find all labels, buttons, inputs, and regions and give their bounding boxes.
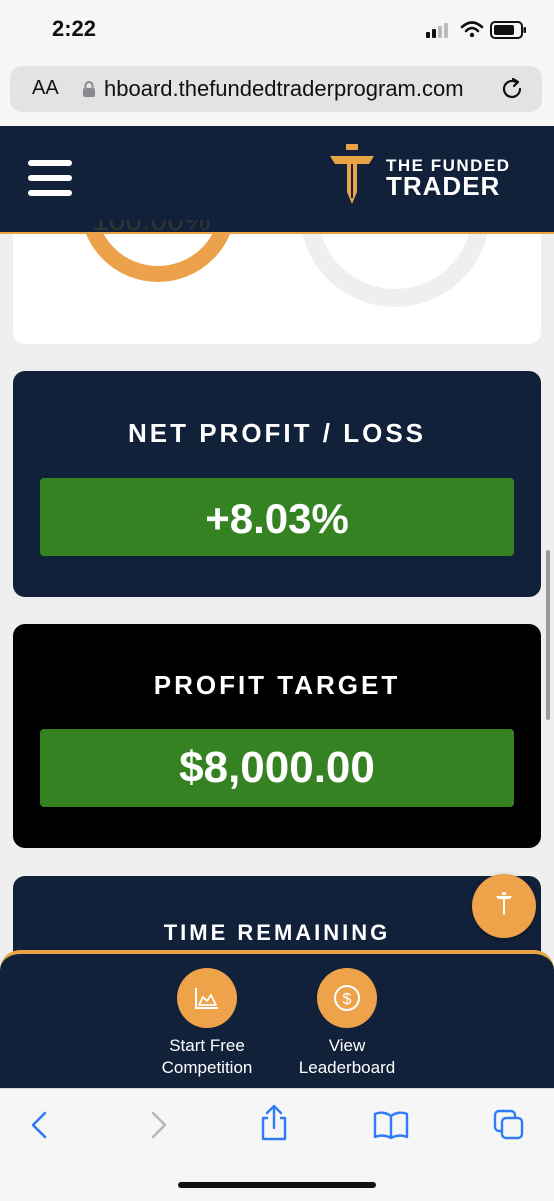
profit-target-value: $8,000.00 [179,743,375,792]
leader-label-line2: Leaderboard [298,1058,396,1077]
profit-target-title: PROFIT TARGET [153,670,401,700]
net-profit-value: +8.03% [205,495,349,542]
leader-label-line1: View [328,1036,366,1055]
view-leaderboard-button[interactable]: $ [317,968,377,1028]
logo-sword-icon [496,892,512,916]
logo-sword-icon [330,144,374,204]
empty-donut [302,234,488,307]
lock-icon [83,81,95,97]
floating-action-button[interactable] [472,874,536,938]
progress-chart-card [13,234,541,344]
dollar-icon: $ [334,985,360,1011]
brand-line2: TRADER [386,171,501,201]
forward-icon[interactable] [146,1110,170,1140]
signal-icon [426,23,448,38]
start-label-line2: Competition [161,1058,253,1077]
time-remaining-title: TIME REMAINING [163,920,391,945]
chart-icon [195,988,218,1009]
battery-icon [490,21,526,39]
wifi-icon [460,21,484,38]
profit-donut [86,234,230,282]
svg-text:$: $ [343,991,352,1008]
progress-donuts [86,234,488,307]
tabs-icon[interactable] [492,1108,526,1142]
bookmarks-icon[interactable] [372,1110,410,1140]
reload-icon[interactable] [500,76,526,102]
menu-icon[interactable] [28,160,72,196]
status-time: 2:22 [52,16,97,41]
back-icon[interactable] [28,1110,52,1140]
url-text[interactable]: hboard.thefundedtraderprogram.com [104,76,464,102]
start-competition-button[interactable] [177,968,237,1028]
text-size-button[interactable]: AA [32,77,59,100]
net-profit-title: NET PROFIT / LOSS [127,418,426,448]
share-icon[interactable] [258,1104,290,1142]
page-scrollbar[interactable] [546,550,550,720]
view-leaderboard-label[interactable]: View Leaderboard [277,1035,417,1079]
start-label-line1: Start Free [169,1036,245,1055]
home-indicator [178,1182,376,1188]
start-competition-label[interactable]: Start Free Competition [137,1035,277,1079]
